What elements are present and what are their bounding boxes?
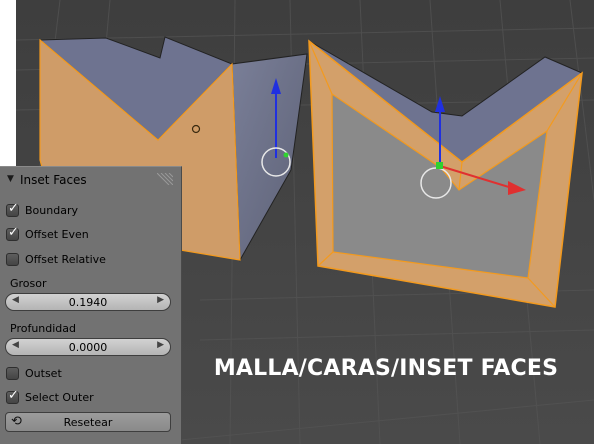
outset-option[interactable]: Outset [6,364,62,382]
grosor-value: 0.1940 [68,296,108,309]
profundidad-label: Profundidad [10,322,77,335]
checkmark-icon: ✓ [8,200,19,216]
offset-relative-label: Offset Relative [25,252,106,266]
boundary-option[interactable]: ✓ Boundary [6,201,78,219]
increment-arrow-icon[interactable]: ▶ [157,295,164,305]
offset-even-option[interactable]: ✓ Offset Even [6,225,89,243]
grosor-label: Grosor [10,277,47,290]
checkmark-icon: ✓ [8,387,19,403]
y-axis-handle-icon [436,162,443,169]
outset-checkbox[interactable] [6,366,19,380]
panel-title: Inset Faces [20,173,87,187]
reset-label: Resetear [63,416,113,429]
drag-grip-icon[interactable] [157,173,173,185]
offset-relative-checkbox[interactable] [6,252,19,266]
panel-header[interactable]: ▼ Inset Faces [0,167,181,193]
boundary-label: Boundary [25,203,78,217]
select-outer-option[interactable]: ✓ Select Outer [6,388,94,406]
offset-even-checkbox[interactable]: ✓ [6,224,19,241]
boundary-checkbox[interactable]: ✓ [6,200,19,217]
outset-label: Outset [25,366,62,380]
checkmark-icon: ✓ [8,224,19,240]
caption-text: MALLA/CARAS/INSET FACES [213,356,559,381]
reset-button[interactable]: ⟲ Resetear [5,412,171,432]
inset-faces-panel: ▼ Inset Faces ✓ Boundary ✓ Offset Even O… [0,166,182,444]
offset-relative-option[interactable]: Offset Relative [6,250,106,268]
increment-arrow-icon[interactable]: ▶ [157,340,164,350]
profundidad-field[interactable]: ◀ 0.0000 ▶ [5,338,171,356]
viewport-left-margin [0,0,16,166]
profundidad-value: 0.0000 [68,341,108,354]
collapse-triangle-icon[interactable]: ▼ [7,174,14,184]
select-outer-label: Select Outer [25,390,94,404]
select-outer-checkbox[interactable]: ✓ [6,387,19,404]
offset-even-label: Offset Even [25,227,89,241]
grosor-field[interactable]: ◀ 0.1940 ▶ [5,293,171,311]
